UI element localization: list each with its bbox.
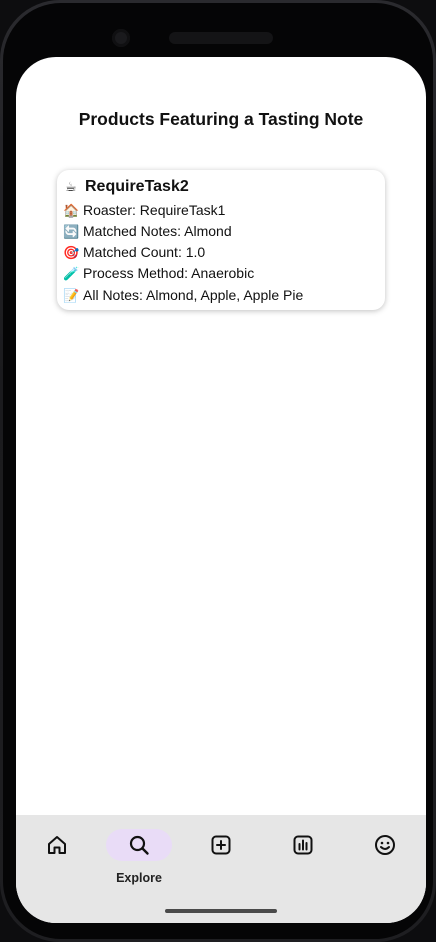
nav-profile-pill [352, 829, 418, 861]
bottom-navigation: Explore [16, 815, 426, 923]
process-method-line: 🧪 Process Method: Anaerobic [63, 265, 254, 282]
matched-notes-line: 🔄 Matched Notes: Almond [63, 223, 232, 240]
product-name: ☕ RequireTask2 [65, 178, 189, 196]
roaster-line: 🏠 Roaster: RequireTask1 [63, 202, 225, 219]
matched-notes-text: Matched Notes: Almond [83, 223, 232, 239]
search-icon [129, 835, 149, 855]
product-card[interactable]: ☕ RequireTask2 🏠 Roaster: RequireTask1 🔄 Ma… [57, 170, 385, 310]
front-camera [112, 29, 130, 47]
matched-count-text: Matched Count: 1.0 [83, 244, 206, 260]
house-icon: 🏠 [63, 204, 80, 219]
all-notes-text: All Notes: Almond, Apple, Apple Pie [83, 287, 304, 303]
nav-explore-pill [106, 829, 172, 861]
home-icon [48, 836, 66, 854]
nav-profile[interactable] [352, 829, 418, 889]
nav-stats[interactable] [270, 829, 336, 889]
app-screen: Products Featuring a Tasting Note ☕ Requi… [16, 57, 426, 923]
all-notes-line: 📝 All Notes: Almond, Apple, Apple Pie [63, 287, 303, 304]
target-icon: 🎯 [63, 246, 80, 261]
gesture-home-indicator[interactable] [165, 909, 277, 913]
refresh-icon: 🔄 [63, 225, 80, 240]
nav-add[interactable] [188, 829, 254, 889]
memo-icon: 📝 [63, 289, 80, 304]
nav-explore[interactable]: Explore [106, 829, 172, 889]
product-name-text: RequireTask2 [85, 178, 189, 195]
matched-count-line: 🎯 Matched Count: 1.0 [63, 244, 205, 261]
phone-bezel: Products Featuring a Tasting Note ☕ Requi… [3, 3, 433, 939]
smiley-icon [375, 835, 395, 855]
test-tube-icon: 🧪 [63, 267, 80, 282]
phone-frame: Products Featuring a Tasting Note ☕ Requi… [0, 0, 436, 942]
earpiece-speaker [169, 32, 273, 44]
page-title: Products Featuring a Tasting Note [78, 109, 364, 129]
coffee-icon: ☕ [65, 180, 77, 195]
roaster-text: Roaster: RequireTask1 [83, 202, 226, 218]
nav-explore-label: Explore [116, 871, 162, 885]
nav-home-pill [24, 829, 90, 861]
add-box-icon [211, 835, 231, 855]
nav-home[interactable] [24, 829, 90, 889]
process-method-text: Process Method: Anaerobic [83, 265, 255, 281]
bar-chart-icon [293, 835, 313, 855]
nav-stats-pill [270, 829, 336, 861]
nav-add-pill [188, 829, 254, 861]
